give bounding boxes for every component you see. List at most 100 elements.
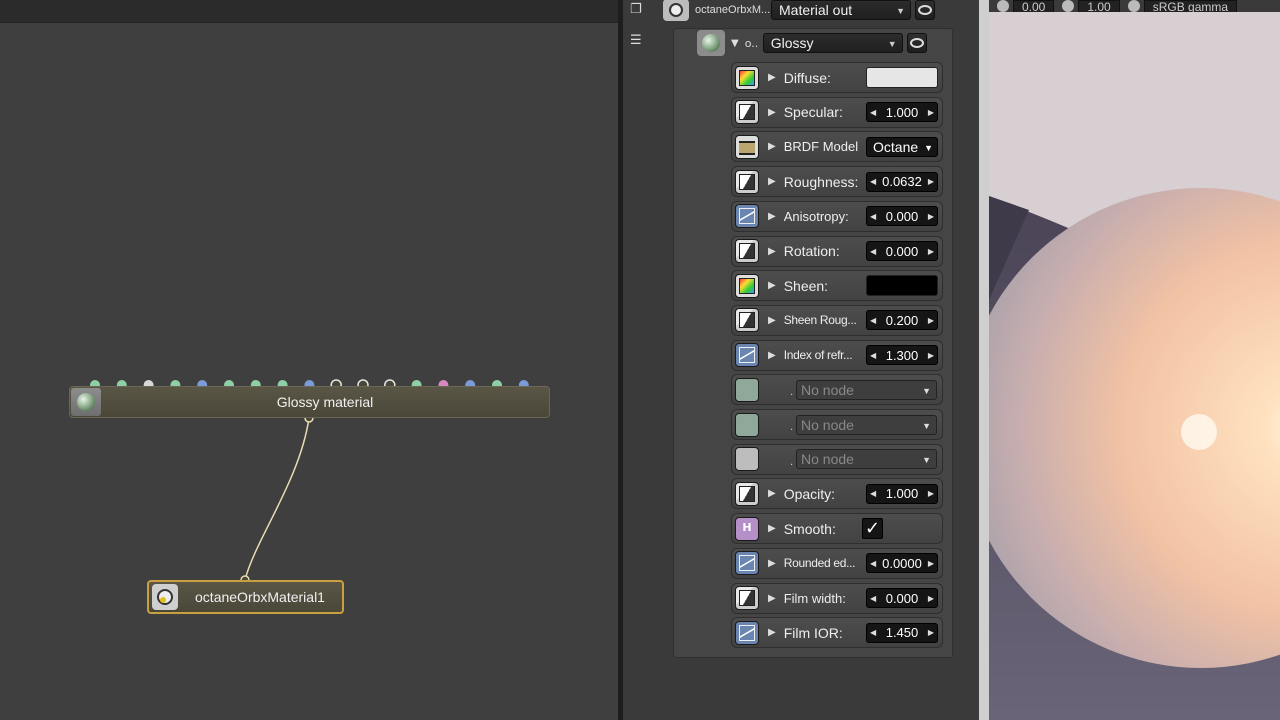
orbx-material-output-node[interactable]: octaneOrbxMaterial1 [147, 580, 344, 614]
expand-triangle-icon[interactable]: ▶ [768, 72, 776, 83]
material-out-select-value: Material out [779, 2, 853, 18]
increment-arrow-icon[interactable]: ▶ [928, 594, 934, 603]
decrement-arrow-icon[interactable]: ◀ [870, 559, 876, 568]
expand-triangle-icon[interactable]: ▶ [768, 107, 776, 118]
color-swatch[interactable] [866, 275, 938, 297]
node-link-select[interactable]: No node ▼ [796, 449, 937, 470]
viewport-splitter[interactable] [979, 0, 989, 720]
select-value: No node [801, 451, 854, 468]
float-texture-icon[interactable] [735, 481, 759, 506]
increment-arrow-icon[interactable]: ▶ [928, 108, 934, 117]
windows-icon[interactable]: ❐ [630, 2, 642, 17]
viewport-field-2[interactable]: 1.00 [1078, 0, 1120, 12]
expand-triangle-icon[interactable]: ▶ [768, 280, 776, 291]
parameter-number-field[interactable]: ◀ 0.200 ▶ [866, 310, 938, 331]
increment-arrow-icon[interactable]: ▶ [928, 559, 934, 568]
expand-triangle-icon[interactable]: ▶ [768, 488, 776, 499]
expand-triangle-icon[interactable]: ▶ [768, 246, 776, 257]
parameter-label: Rotation: [783, 243, 840, 259]
colorspace-select[interactable]: sRGB gamma [1143, 0, 1238, 12]
lut-icon[interactable] [1127, 0, 1140, 12]
select-value: No node [801, 381, 854, 398]
expand-triangle-icon[interactable]: ▶ [768, 176, 776, 187]
render-viewport[interactable]: 0.00 1.00 sRGB gamma [989, 0, 1280, 720]
expand-triangle-icon[interactable]: ▶ [768, 627, 776, 638]
parameter-label: Diffuse: [783, 69, 831, 86]
material-out-select[interactable]: Material out ▼ [771, 0, 911, 20]
material-sphere-icon [697, 30, 725, 56]
curve-icon[interactable] [735, 204, 759, 229]
float-texture-icon[interactable] [735, 308, 759, 333]
bool-icon[interactable] [735, 516, 759, 541]
parameter-number-field[interactable]: ◀ 0.000 ▶ [866, 241, 938, 261]
increment-arrow-icon[interactable]: ▶ [928, 212, 934, 221]
gamma-icon[interactable] [1062, 0, 1075, 12]
decrement-arrow-icon[interactable]: ◀ [870, 594, 876, 603]
grey-pin-icon[interactable] [735, 447, 759, 472]
decrement-arrow-icon[interactable]: ◀ [870, 247, 876, 256]
expand-triangle-icon[interactable]: ▼ [731, 38, 739, 49]
float-texture-icon[interactable] [735, 586, 759, 610]
smooth-checkbox[interactable]: ✓ [862, 518, 883, 540]
eye-icon[interactable] [915, 0, 935, 20]
color-swatch[interactable] [866, 67, 938, 88]
curve-icon[interactable] [735, 551, 759, 576]
expand-triangle-icon[interactable]: ▶ [768, 315, 776, 326]
brdf-model-select[interactable]: Octane ▼ [866, 136, 938, 157]
viewport-field-1[interactable]: 0.00 [1013, 0, 1055, 12]
parameter-value: 0.000 [885, 208, 919, 224]
increment-arrow-icon[interactable]: ▶ [928, 489, 934, 498]
green-pin-icon[interactable] [735, 377, 759, 402]
expand-triangle-icon[interactable]: ▶ [768, 211, 776, 222]
collapse-tree-icon[interactable]: ☰ [630, 33, 642, 48]
parameter-number-field[interactable]: ◀ 0.000 ▶ [866, 588, 938, 608]
enum-icon[interactable] [735, 134, 759, 159]
parameter-value: 0.000 [885, 590, 919, 606]
rgb-texture-icon[interactable] [735, 273, 759, 298]
parameter-number-field[interactable]: ◀ 1.300 ▶ [866, 345, 938, 366]
node-connection-wire [244, 417, 310, 581]
glossy-material-node[interactable]: Glossy material [69, 386, 550, 418]
expand-triangle-icon[interactable]: ▶ [768, 141, 776, 152]
decrement-arrow-icon[interactable]: ◀ [870, 108, 876, 117]
expand-triangle-icon[interactable]: ▶ [768, 350, 776, 361]
parameter-number-field[interactable]: ◀ 0.0632 ▶ [866, 171, 938, 192]
decrement-arrow-icon[interactable]: ◀ [870, 351, 876, 360]
parameter-number-field[interactable]: ◀ 1.000 ▶ [866, 102, 938, 123]
increment-arrow-icon[interactable]: ▶ [928, 316, 934, 325]
decrement-arrow-icon[interactable]: ◀ [870, 212, 876, 221]
node-type-select[interactable]: Glossy ▼ [762, 33, 903, 53]
rgb-texture-icon[interactable] [735, 65, 759, 90]
settings-icon[interactable] [997, 0, 1009, 12]
parameter-row: ▶ Opacity: ◀ 1.000 ▶ [731, 478, 943, 510]
parameter-label: Sheen Roug... [783, 313, 857, 328]
parameter-label: Film IOR: [783, 624, 843, 641]
eye-icon[interactable] [906, 33, 927, 53]
material-output-icon [152, 584, 178, 610]
parameter-number-field[interactable]: ◀ 1.450 ▶ [866, 622, 938, 643]
increment-arrow-icon[interactable]: ▶ [928, 628, 934, 637]
green-pin-icon[interactable] [735, 412, 759, 437]
increment-arrow-icon[interactable]: ▶ [928, 247, 934, 256]
parameter-number-field[interactable]: ◀ 0.000 ▶ [866, 206, 938, 227]
float-texture-icon[interactable] [735, 100, 759, 125]
node-link-select[interactable]: No node ▼ [796, 414, 937, 435]
decrement-arrow-icon[interactable]: ◀ [870, 316, 876, 325]
decrement-arrow-icon[interactable]: ◀ [870, 489, 876, 498]
increment-arrow-icon[interactable]: ▶ [928, 177, 934, 186]
curve-icon[interactable] [735, 343, 759, 368]
parameter-row: ▶ Smooth: ✓ [731, 513, 943, 545]
increment-arrow-icon[interactable]: ▶ [928, 351, 934, 360]
float-texture-icon[interactable] [735, 169, 759, 194]
node-graph-editor[interactable]: Glossy material octaneOrbxMaterial1 [0, 0, 618, 720]
node-link-select[interactable]: No node ▼ [796, 379, 937, 400]
parameter-number-field[interactable]: ◀ 1.000 ▶ [866, 483, 938, 504]
expand-triangle-icon[interactable]: ▶ [768, 593, 776, 604]
parameter-number-field[interactable]: ◀ 0.0000 ▶ [866, 553, 938, 574]
curve-icon[interactable] [735, 620, 759, 645]
float-texture-icon[interactable] [735, 239, 759, 263]
decrement-arrow-icon[interactable]: ◀ [870, 177, 876, 186]
expand-triangle-icon[interactable]: ▶ [768, 558, 776, 569]
decrement-arrow-icon[interactable]: ◀ [870, 628, 876, 637]
expand-triangle-icon[interactable]: ▶ [768, 523, 776, 534]
